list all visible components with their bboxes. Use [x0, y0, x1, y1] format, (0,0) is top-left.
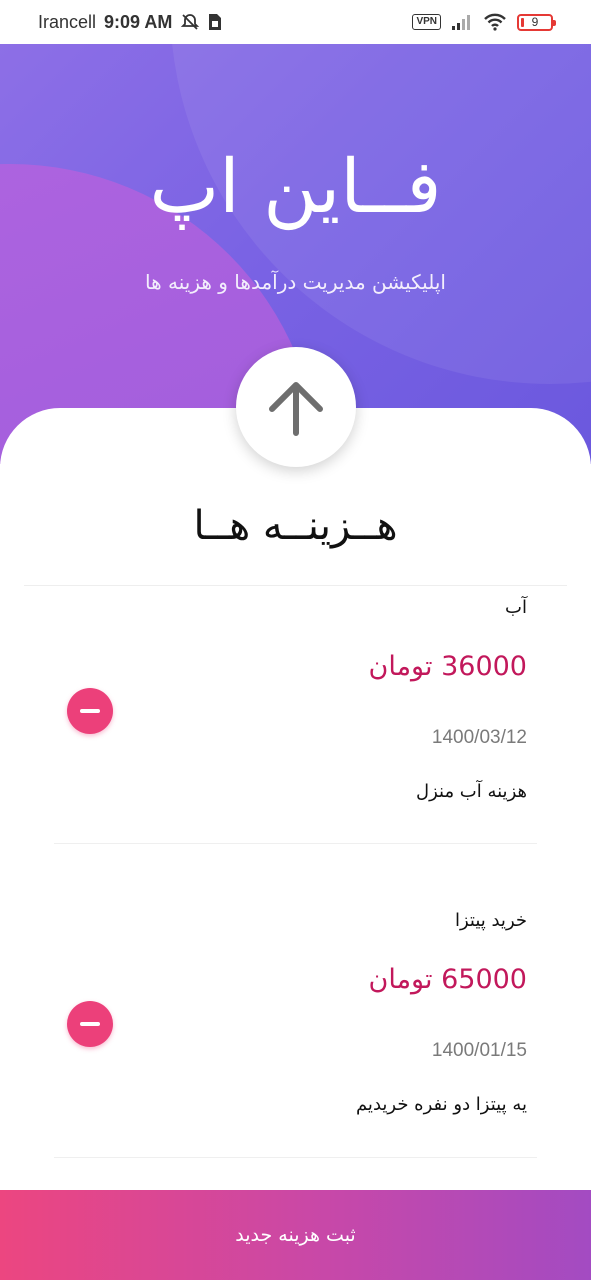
expense-amount: 65000 تومان: [368, 964, 527, 995]
expense-amount: 36000 تومان: [368, 651, 527, 682]
minus-icon: [80, 1022, 100, 1026]
wifi-icon: [483, 13, 507, 31]
divider: [54, 843, 537, 844]
remove-expense-button[interactable]: [67, 1001, 113, 1047]
divider: [54, 1157, 537, 1158]
section-title: هــزینــه هــا: [193, 503, 398, 549]
app-subtitle: اپلیکیشن مدیریت درآمدها و هزینه ها: [145, 270, 446, 294]
battery-level: 9: [531, 15, 539, 29]
expense-title: خرید پیتزا: [454, 910, 527, 931]
carrier-name: Irancell: [38, 11, 97, 32]
battery-icon: 9: [517, 13, 556, 31]
expense-item[interactable]: آب 36000 تومان 1400/03/12 هزینه آب منزل: [0, 597, 591, 847]
expense-item[interactable]: خرید پیتزا 65000 تومان 1400/01/15 یه پیت…: [0, 910, 591, 1160]
battery-level-fill: [521, 17, 524, 27]
alarm-off-icon: [180, 12, 200, 32]
minus-icon: [80, 709, 100, 713]
signal-icon: [451, 14, 473, 30]
status-bar: Irancell 9:09 AM VPN 9: [0, 0, 591, 44]
status-left: Irancell 9:09 AM: [38, 12, 222, 33]
app-title: فــاین اپ: [149, 144, 442, 230]
vpn-badge: VPN: [412, 14, 441, 30]
expense-title: آب: [505, 597, 527, 618]
arrow-up-icon: [269, 382, 323, 436]
add-expense-label: ثبت هزینه جدید: [235, 1224, 356, 1246]
expense-date: 1400/01/15: [431, 1040, 527, 1061]
clock: 9:09 AM: [104, 11, 173, 32]
add-expense-button[interactable]: ثبت هزینه جدید: [0, 1190, 591, 1280]
status-right: VPN 9: [412, 13, 556, 31]
expense-description: یه پیتزا دو نفره خریدیم: [355, 1094, 527, 1115]
sim-card-icon: [208, 13, 222, 31]
scroll-up-button[interactable]: [236, 347, 356, 467]
expense-description: هزینه آب منزل: [416, 781, 527, 802]
remove-expense-button[interactable]: [67, 688, 113, 734]
divider: [24, 585, 567, 586]
expense-date: 1400/03/12: [431, 727, 527, 748]
